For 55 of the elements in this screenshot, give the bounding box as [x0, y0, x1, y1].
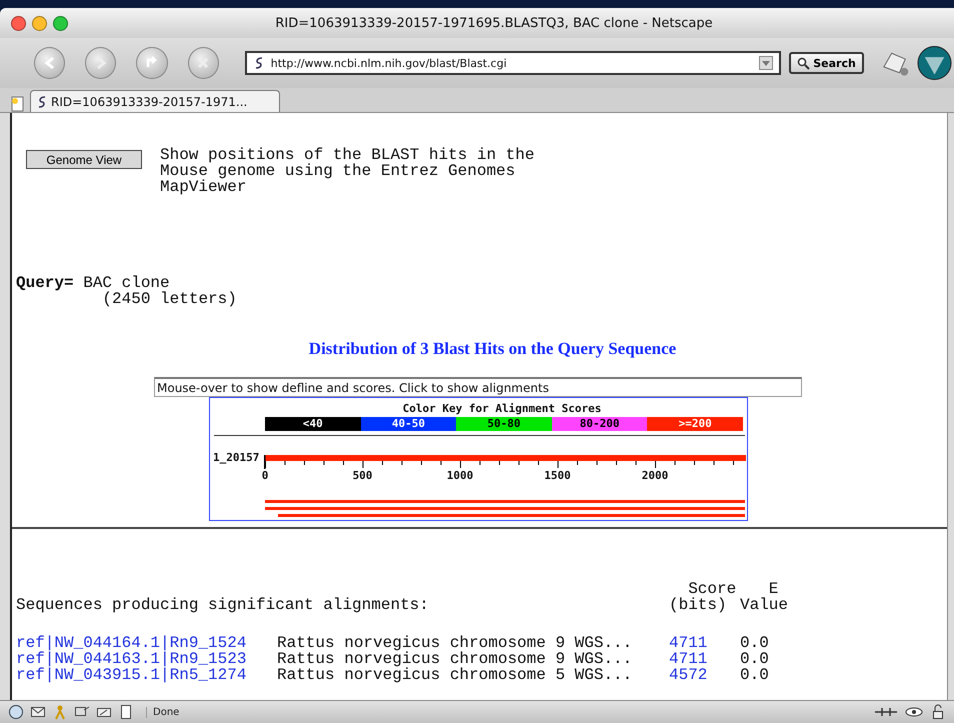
hit-bars-drawing[interactable]: [265, 500, 747, 517]
sequence-id-link[interactable]: ref|NW_044164.1|Rn9_1524: [16, 634, 246, 652]
axis-tick-label: 2000: [642, 469, 668, 482]
query-name: BAC clone: [83, 274, 170, 292]
query-sequence-label: 1_20157: [213, 451, 260, 464]
sequence-description: Rattus norvegicus chromosome 9 WGS...: [277, 650, 632, 668]
search-icon: [797, 56, 810, 70]
score-column-header: Score (bits): [669, 581, 738, 613]
sequence-id-link[interactable]: ref|NW_044163.1|Rn9_1523: [16, 650, 246, 668]
color-key-swatch: 50-80: [456, 417, 552, 431]
back-button[interactable]: [34, 47, 66, 79]
score-link[interactable]: 4711: [669, 634, 708, 652]
evalue-column-header: E Value: [740, 581, 790, 613]
dropdown-icon[interactable]: [759, 56, 774, 70]
query-label: Query=: [16, 274, 74, 292]
evalue-value: 0.0: [740, 650, 769, 668]
sequence-id-link[interactable]: ref|NW_043915.1|Rn5_1274: [16, 666, 246, 684]
score-link[interactable]: 4711: [669, 650, 708, 668]
page-icon[interactable]: [118, 704, 134, 720]
address-field[interactable]: http://www.ncbi.nlm.nih.gov/blast/Blast.cgi: [244, 51, 782, 75]
search-button[interactable]: Search: [789, 52, 864, 74]
close-button[interactable]: [11, 16, 26, 30]
browser-tab[interactable]: RID=1063913339-20157-1971...: [30, 90, 280, 112]
color-key-swatch: 80-200: [552, 417, 648, 431]
zoom-button[interactable]: [53, 16, 68, 30]
axis-tick-label: 500: [352, 469, 372, 482]
color-key-swatch: 40-50: [360, 417, 456, 431]
window-title: RID=1063913339-20157-1971695.BLASTQ3, BAC clone - Netscape: [274, 16, 714, 30]
evalue-value: 0.0: [740, 666, 769, 684]
axis-tick-label: 1500: [544, 469, 571, 482]
distribution-title: Distribution of 3 Blast Hits on the Query Sequence: [308, 339, 678, 359]
query-length: (2450 letters): [102, 290, 237, 308]
sequence-description: Rattus norvegicus chromosome 9 WGS...: [277, 634, 632, 652]
genome-view-description: Show positions of the BLAST hits in the Mouse genome using the Entrez Genomes MapViewer: [160, 147, 534, 195]
globe-icon[interactable]: [8, 704, 24, 720]
score-link[interactable]: 4572: [669, 666, 708, 684]
sequence-description: Rattus norvegicus chromosome 5 WGS...: [277, 666, 632, 684]
hit-map[interactable]: Color Key for Alignment Scores <40 40-50 50-80 80-200 >=200 1_20157 0 500 1000 1500 2000: [209, 397, 748, 521]
mail-icon[interactable]: [30, 704, 46, 720]
minimize-button[interactable]: [32, 16, 47, 30]
evalue-value: 0.0: [740, 634, 769, 652]
color-key-swatch: <40: [265, 417, 361, 431]
status-text: Done: [146, 706, 868, 718]
axis-tick-label: 1000: [446, 469, 474, 482]
forward-button[interactable]: [85, 47, 116, 79]
axis-tick-label: 0: [262, 469, 268, 482]
hint-field[interactable]: Mouse-over to show defline and scores. Click to show alignments: [154, 377, 802, 397]
lock-icon[interactable]: [930, 704, 946, 720]
reload-button[interactable]: [136, 47, 168, 79]
genome-view-button[interactable]: Genome View: [26, 150, 142, 169]
color-key-title: Color Key for Alignment Scores: [402, 402, 602, 415]
new-tab-icon[interactable]: [10, 96, 26, 112]
results-heading: Sequences producing significant alignments:: [16, 597, 429, 613]
color-key-swatch: >=200: [647, 417, 743, 431]
stop-button[interactable]: [188, 47, 219, 79]
